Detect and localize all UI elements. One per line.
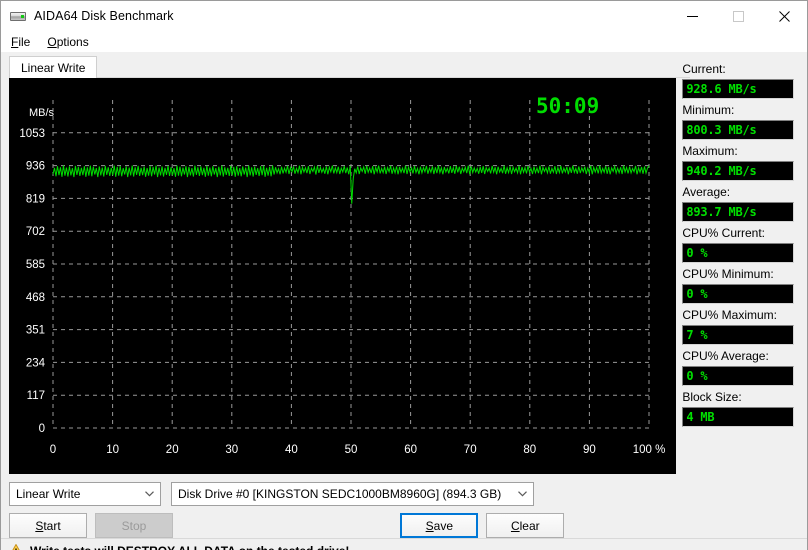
benchmark-chart: MB/s 0 117 234 351 468 585 702 819 936 1053 0 10 20 30… (9, 78, 676, 474)
stat-average-label: Average: (682, 185, 731, 199)
minimize-button[interactable] (669, 1, 715, 31)
stat-average-value: 893.7 MB/s (682, 202, 795, 222)
chevron-down-icon (518, 491, 527, 497)
y-axis-unit-label: MB/s (29, 107, 55, 119)
clear-button[interactable]: Clear (486, 513, 565, 538)
menu-item-options[interactable]: Options (44, 34, 96, 50)
x-tick-label: 40 (285, 444, 298, 456)
x-tick-label: 50 (345, 444, 358, 456)
stat-cpu-maximum: CPU% Maximum: 7 % (682, 308, 807, 345)
window-title: AIDA64 Disk Benchmark (34, 9, 174, 23)
stat-maximum-label: Maximum: (682, 144, 738, 158)
drive-value: Disk Drive #0 [KINGSTON SEDC1000BM8960G]… (178, 487, 502, 501)
test-mode-value: Linear Write (16, 487, 81, 501)
stat-cpu-maximum-value: 7 % (682, 325, 795, 345)
y-tick-label: 117 (27, 390, 45, 402)
stat-cpu-minimum-value: 0 % (682, 284, 795, 304)
elapsed-timer: 50:09 (536, 94, 599, 118)
stat-block-size-label: Block Size: (682, 390, 742, 404)
aida64-disk-benchmark-window: AIDA64 Disk Benchmark File Options Linea… (0, 0, 808, 550)
y-tick-label: 1053 (19, 128, 45, 140)
y-tick-label: 936 (26, 161, 45, 173)
stop-button: Stop (95, 513, 173, 538)
status-bar: Write tests will DESTROY ALL DATA on the… (1, 538, 807, 550)
stat-minimum: Minimum: 800.3 MB/s (682, 103, 807, 140)
y-tick-label: 234 (26, 357, 46, 369)
main-body: Linear Write MB/s 0 117 234 351 468 585 702 819 9… (1, 52, 807, 538)
y-tick-label: 351 (26, 325, 45, 337)
button-row: Start Stop Save Clear (9, 513, 682, 538)
stat-minimum-value: 800.3 MB/s (682, 120, 795, 140)
warning-message: Write tests will DESTROY ALL DATA on the… (30, 544, 349, 550)
title-bar: AIDA64 Disk Benchmark (1, 1, 807, 31)
x-tick-label: 70 (464, 444, 477, 456)
window-controls (669, 1, 807, 31)
x-tick-label: 80 (523, 444, 536, 456)
chevron-down-icon (145, 491, 154, 497)
stat-current-value: 928.6 MB/s (682, 79, 795, 99)
stat-cpu-average-value: 0 % (682, 366, 795, 386)
x-tick-label: 60 (404, 444, 417, 456)
y-tick-label: 468 (26, 292, 45, 304)
tab-strip: Linear Write (9, 55, 691, 78)
stat-cpu-current: CPU% Current: 0 % (682, 226, 807, 263)
y-tick-label: 0 (39, 423, 45, 435)
x-tick-label: 90 (583, 444, 596, 456)
x-tick-label: 20 (166, 444, 179, 456)
left-column: Linear Write MB/s 0 117 234 351 468 585 702 819 9… (1, 52, 691, 538)
y-tick-label: 585 (26, 259, 45, 271)
stat-block-size: Block Size: 4 MB (682, 390, 807, 427)
stat-block-size-value: 4 MB (682, 407, 795, 427)
x-tick-label: 100 % (633, 444, 666, 456)
chart-canvas: MB/s 0 117 234 351 468 585 702 819 936 1053 0 10 20 30… (19, 94, 666, 456)
stat-cpu-average: CPU% Average: 0 % (682, 349, 807, 386)
selection-row: Linear Write Disk Drive #0 [KINGSTON SED… (9, 482, 682, 506)
menu-bar: File Options (1, 31, 807, 52)
y-tick-label: 819 (26, 193, 45, 205)
stat-maximum-value: 940.2 MB/s (682, 161, 795, 181)
test-mode-select[interactable]: Linear Write (9, 482, 161, 506)
warning-triangle-icon (8, 543, 24, 550)
stat-minimum-label: Minimum: (682, 103, 735, 117)
x-tick-label: 10 (106, 444, 119, 456)
save-button[interactable]: Save (400, 513, 479, 538)
stat-cpu-maximum-label: CPU% Maximum: (682, 308, 777, 322)
maximize-button[interactable] (715, 1, 761, 31)
stat-current-label: Current: (682, 62, 726, 76)
x-tick-label: 30 (225, 444, 238, 456)
y-tick-label: 702 (26, 226, 45, 238)
stat-average: Average: 893.7 MB/s (682, 185, 807, 222)
stat-cpu-current-value: 0 % (682, 243, 795, 263)
menu-item-file[interactable]: File (8, 34, 38, 50)
stat-cpu-average-label: CPU% Average: (682, 349, 769, 363)
start-button[interactable]: Start (9, 513, 87, 538)
stat-cpu-current-label: CPU% Current: (682, 226, 765, 240)
disk-drive-icon (10, 8, 26, 24)
stat-cpu-minimum-label: CPU% Minimum: (682, 267, 774, 281)
stat-cpu-minimum: CPU% Minimum: 0 % (682, 267, 807, 304)
tab-linear-write[interactable]: Linear Write (9, 56, 98, 78)
x-tick-label: 0 (50, 444, 56, 456)
statistics-panel: Current: 928.6 MB/s Minimum: 800.3 MB/s Maxi… (682, 52, 807, 538)
stat-current: Current: 928.6 MB/s (682, 62, 807, 99)
stat-maximum: Maximum: 940.2 MB/s (682, 144, 807, 181)
close-button[interactable] (761, 1, 807, 31)
drive-select[interactable]: Disk Drive #0 [KINGSTON SEDC1000BM8960G]… (171, 482, 534, 506)
